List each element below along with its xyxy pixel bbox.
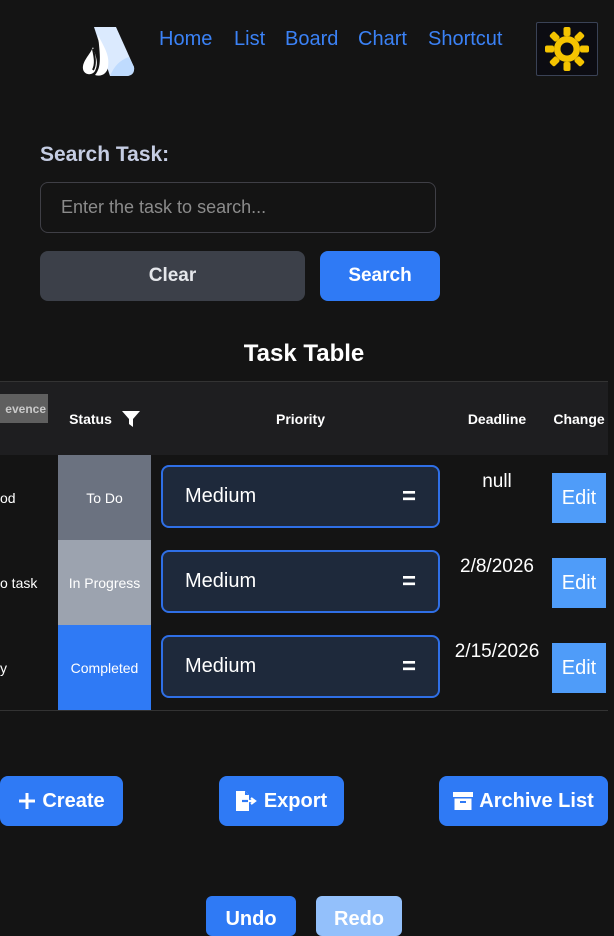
priority-value: Medium	[185, 485, 257, 507]
equals-icon: =	[401, 567, 416, 595]
nav-home[interactable]: Home	[159, 28, 212, 51]
search-label: Search Task:	[40, 143, 170, 166]
priority-select[interactable]: Medium =	[161, 635, 440, 698]
edit-button[interactable]: Edit	[552, 473, 606, 523]
export-button[interactable]: Export	[219, 776, 344, 826]
status-cell[interactable]: To Do	[58, 455, 151, 540]
export-label: Export	[263, 789, 328, 812]
file-export-icon	[235, 791, 257, 811]
task-name-cell: od	[0, 489, 16, 506]
theme-toggle-button[interactable]	[536, 22, 598, 76]
nav-board[interactable]: Board	[285, 28, 338, 51]
task-name-cell: o task	[0, 574, 38, 591]
search-input[interactable]	[40, 182, 436, 233]
deadline-cell: 2/8/2026	[460, 556, 534, 577]
priority-value: Medium	[185, 655, 257, 677]
prev-column-header[interactable]: evence	[0, 394, 48, 423]
deadline-cell: null	[482, 471, 512, 492]
deadline-cell: 2/15/2026	[454, 641, 540, 662]
status-header: Status	[58, 382, 151, 455]
nav-chart[interactable]: Chart	[358, 28, 407, 51]
redo-button[interactable]: Redo	[316, 896, 402, 936]
table-title: Task Table	[243, 340, 365, 367]
archive-label: Archive List	[479, 789, 594, 812]
equals-icon: =	[401, 482, 416, 510]
nav-list[interactable]: List	[234, 28, 265, 51]
archive-icon	[453, 792, 474, 810]
clear-button[interactable]: Clear	[40, 251, 305, 301]
nav-shortcut[interactable]: Shortcut	[428, 28, 502, 51]
task-name-cell: y	[0, 659, 7, 676]
table-row: o task In Progress Medium = 2/8/2026 Edi…	[0, 540, 608, 626]
edit-button[interactable]: Edit	[552, 643, 606, 693]
table-header: evence Status Priority Deadline Change	[0, 381, 608, 456]
table-row: y Completed Medium = 2/15/2026 Edit	[0, 625, 608, 711]
equals-icon: =	[401, 652, 416, 680]
status-cell[interactable]: In Progress	[58, 540, 151, 625]
priority-value: Medium	[185, 570, 257, 592]
priority-select[interactable]: Medium =	[161, 465, 440, 528]
sun-icon	[545, 27, 589, 71]
status-header-label: Status	[69, 410, 112, 427]
search-button[interactable]: Search	[320, 251, 440, 301]
undo-button[interactable]: Undo	[206, 896, 296, 936]
priority-header: Priority	[275, 410, 325, 427]
change-header: Change	[553, 410, 605, 427]
priority-select[interactable]: Medium =	[161, 550, 440, 613]
table-row: od To Do Medium = null Edit	[0, 455, 608, 541]
deadline-header: Deadline	[467, 410, 527, 427]
app-logo[interactable]	[80, 25, 136, 79]
task-table: evence Status Priority Deadline Change o…	[0, 381, 608, 711]
archive-list-button[interactable]: Archive List	[439, 776, 608, 826]
create-button[interactable]: Create	[0, 776, 123, 826]
status-cell[interactable]: Completed	[58, 625, 151, 710]
filter-icon[interactable]	[121, 410, 140, 427]
create-label: Create	[42, 789, 105, 812]
plus-icon	[19, 793, 36, 809]
edit-button[interactable]: Edit	[552, 558, 606, 608]
